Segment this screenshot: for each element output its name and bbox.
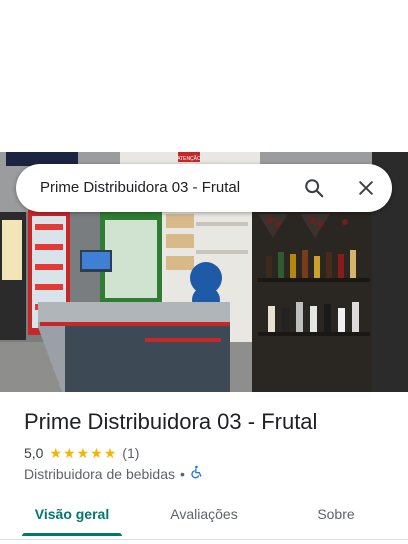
rating-value: 5,0 <box>24 445 44 461</box>
star-icon: ★ <box>103 445 117 461</box>
attention-sign-text: ATENÇÃO <box>177 155 201 162</box>
place-category: Distribuidora de bebidas <box>24 465 175 482</box>
close-icon[interactable] <box>354 176 378 200</box>
rating-row[interactable]: 5,0 ★ ★ ★ ★ ★ (1) <box>24 445 139 461</box>
separator: • <box>179 465 185 482</box>
star-icon: ★ <box>76 445 90 461</box>
place-title: Prime Distribuidora 03 - Frutal <box>24 409 318 434</box>
review-count[interactable]: (1) <box>122 445 139 461</box>
star-icon: ★ <box>49 445 63 461</box>
search-query[interactable]: Prime Distribuidora 03 - Frutal <box>40 164 240 212</box>
search-icon[interactable] <box>302 176 326 200</box>
wheelchair-icon <box>190 465 204 482</box>
star-icon: ★ <box>90 445 103 461</box>
active-tab-indicator <box>22 533 122 536</box>
search-bar[interactable]: Prime Distribuidora 03 - Frutal <box>16 164 392 212</box>
category-row: Distribuidora de bebidas • <box>24 465 204 482</box>
tabs-divider <box>0 539 408 540</box>
place-tabs: Visão geral Avaliações Sobre <box>0 496 408 536</box>
tab-about[interactable]: Sobre <box>286 496 386 536</box>
rating-stars: ★ ★ ★ ★ ★ <box>49 446 117 460</box>
tab-overview[interactable]: Visão geral <box>22 496 122 536</box>
star-icon: ★ <box>63 445 76 461</box>
tab-reviews[interactable]: Avaliações <box>154 496 254 536</box>
